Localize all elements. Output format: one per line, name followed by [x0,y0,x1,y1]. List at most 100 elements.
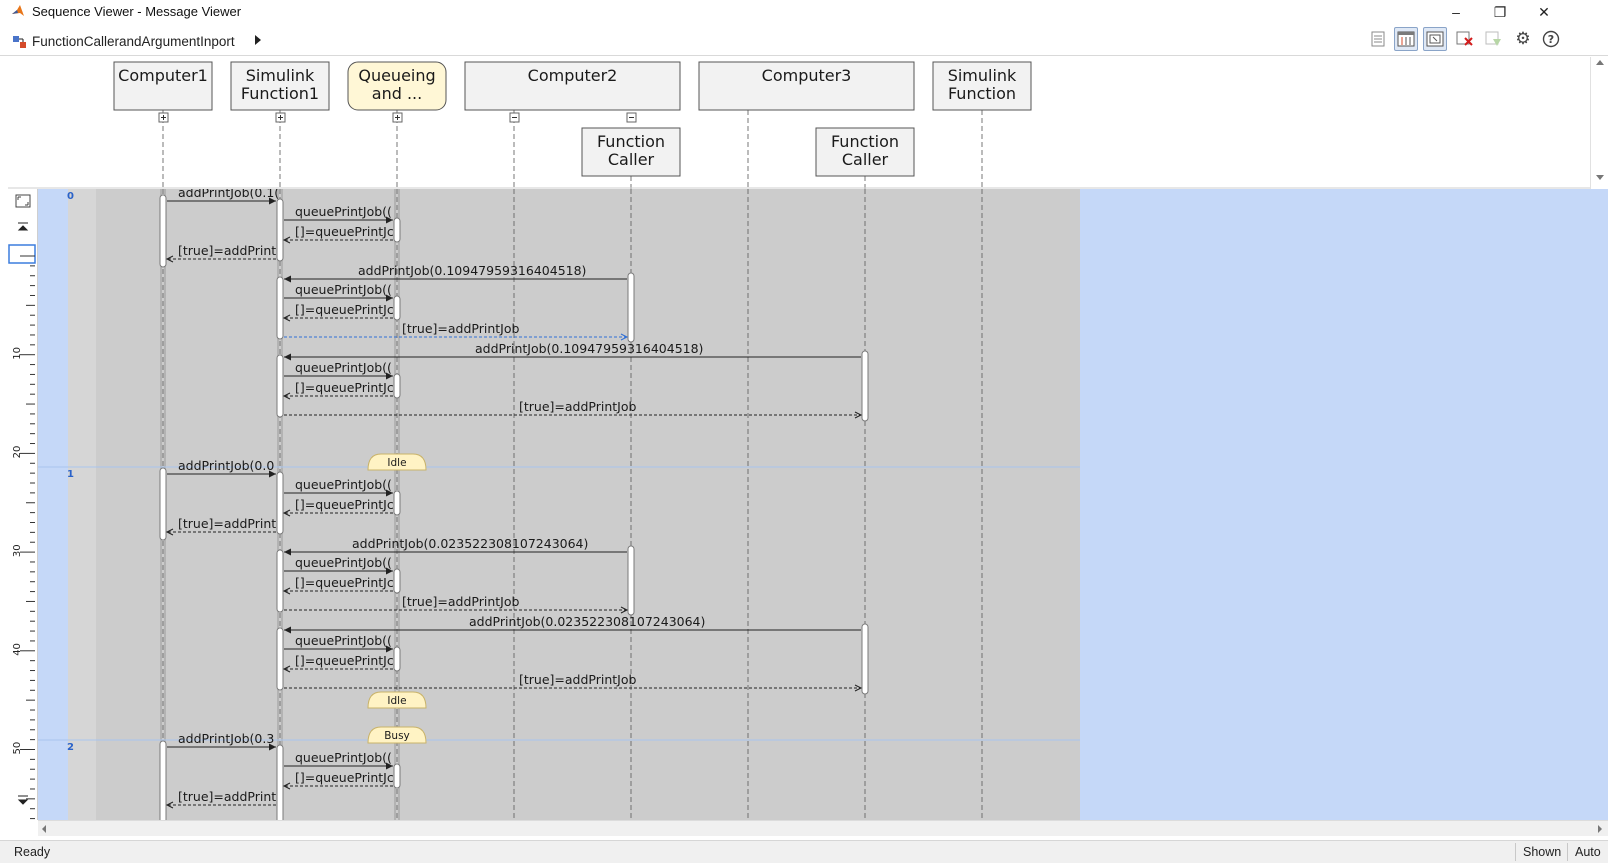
scroll-down-arrow-icon[interactable] [1596,175,1604,180]
time-ruler-icon[interactable] [1394,27,1418,51]
breadcrumb-model-link[interactable]: FunctionCallerandArgumentInport [32,34,235,49]
status-separator [1567,843,1568,861]
message-label: queuePrintJob(( [295,477,392,492]
activation-bar [159,740,167,820]
scroll-left-arrow-icon[interactable] [42,825,46,833]
horizontal-scrollbar[interactable] [38,820,1608,836]
minimize-icon: – [1452,4,1460,20]
activation-bar [159,194,167,268]
scroll-right-arrow-icon[interactable] [1598,825,1602,833]
activation-bar [276,354,284,418]
breadcrumb-expand-arrow-icon[interactable] [255,35,261,45]
message-label: [true]=addPrint [178,516,276,531]
filter-icon[interactable] [1482,27,1506,51]
time-marker-label[interactable]: 1 [67,469,74,480]
lifeline-label: Caller [608,150,655,169]
lifeline-head[interactable]: Queueingand ... [347,61,447,111]
activation-bar [159,467,167,541]
time-ruler-svg: 10 20 30 40 50 [8,194,36,820]
lifeline-head[interactable]: Computer1 [113,61,213,111]
time-marker-label[interactable]: 0 [67,191,74,202]
sequence-diagram[interactable]: 0 1 2 addPrintJob(0.1(queuePrintJob(([]=que… [38,189,1608,820]
message-label: [true]=addPrintJob [519,672,636,687]
message-label: addPrintJob(0.10947959316404518) [475,341,703,356]
minimize-button[interactable]: – [1434,0,1478,24]
scroll-to-start-icon[interactable] [17,222,29,231]
message-label: addPrintJob(0.023522308107243064) [469,614,705,629]
activation-bar [393,763,401,789]
lifeline-head[interactable]: Computer2 [464,61,681,111]
lifeline-header-svg: Computer1 SimulinkFunction1 Queueingand ..… [8,61,1590,189]
lifeline-label: Computer3 [762,66,852,85]
status-auto: Auto [1575,845,1601,859]
message-label: [true]=addPrintJob [519,399,636,414]
ruler-label: 30 [12,544,23,557]
ruler-label: 50 [12,742,23,755]
state-indicator[interactable]: Busy [367,726,427,744]
message-label: queuePrintJob(( [295,555,392,570]
header-scrollbar[interactable] [1590,57,1608,189]
restore-icon: ❐ [1493,3,1507,20]
activation-bar [276,744,284,820]
message-label: [true]=addPrintJob [402,321,519,336]
state-label: Busy [384,730,410,742]
activation-bar [861,350,869,422]
activation-bar [627,545,635,616]
lifeline-label: Function [831,132,899,151]
message-label: []=queuePrintJc [295,302,394,317]
lifeline-label: Function [948,84,1016,103]
status-shown: Shown [1523,845,1562,859]
message-label: []=queuePrintJc [295,575,394,590]
activation-bar [276,276,284,340]
message-label: [true]=addPrint [178,243,276,258]
restore-button[interactable]: ❐ [1478,0,1522,24]
scroll-to-end-icon[interactable] [17,795,29,805]
lifeline-label: Caller [842,150,889,169]
status-separator [1515,843,1516,861]
activation-bar [861,623,869,695]
state-indicator[interactable]: Idle [367,453,427,471]
settings-icon[interactable]: ⚙ [1511,27,1535,51]
sequence-diagram-svg: 0 1 2 addPrintJob(0.1(queuePrintJob(([]=que… [38,189,1080,820]
current-time-indicator[interactable] [8,244,36,264]
message-label: []=queuePrintJc [295,380,394,395]
lifeline-head[interactable]: SimulinkFunction1 [230,61,330,111]
message-label: []=queuePrintJc [295,770,394,785]
lifeline-head[interactable]: FunctionCaller [815,127,915,177]
diagram-band [96,189,1080,820]
activation-bar [276,627,284,691]
lifeline-label: Queueing [358,66,435,85]
activation-bar [393,490,401,516]
activation-bar [276,198,284,262]
fit-to-view-icon[interactable] [15,194,31,208]
ruler-label: 40 [12,643,23,656]
status-text: Ready [14,845,51,859]
message-label: addPrintJob(0.0 [178,458,274,473]
scroll-up-arrow-icon[interactable] [1596,60,1604,65]
lifeline-head[interactable]: SimulinkFunction [932,61,1032,111]
lifeline-head[interactable]: FunctionCaller [581,127,681,177]
activation-bar [627,272,635,343]
lifeline-header: Computer1 Simulink Function1 Queueing and ..… [8,57,1590,189]
time-ruler[interactable]: 10 20 30 40 50 [8,189,38,820]
activation-bar [393,295,401,321]
status-bar: Ready Shown Auto [0,840,1608,863]
delete-icon[interactable] [1453,27,1477,51]
close-button[interactable]: ✕ [1522,0,1566,24]
time-marker-label[interactable]: 2 [67,742,74,753]
title-bar: Sequence Viewer - Message Viewer – ❐ ✕ [0,0,1608,24]
message-label: addPrintJob(0.023522308107243064) [352,536,588,551]
show-inports-icon[interactable] [1423,27,1447,51]
matlab-logo-icon [12,5,24,16]
close-icon: ✕ [1538,3,1550,20]
help-icon[interactable]: ? [1539,27,1563,51]
state-indicator[interactable]: Idle [367,691,427,709]
message-label: [true]=addPrint [178,789,276,804]
ruler-label: 10 [12,347,23,360]
lifeline-label: Function [597,132,665,151]
lifeline-head[interactable]: Computer3 [698,61,915,111]
time-gutter [68,189,96,820]
lifeline-label: Function1 [241,84,319,103]
properties-icon[interactable] [1366,27,1390,51]
message-label: []=queuePrintJc [295,653,394,668]
